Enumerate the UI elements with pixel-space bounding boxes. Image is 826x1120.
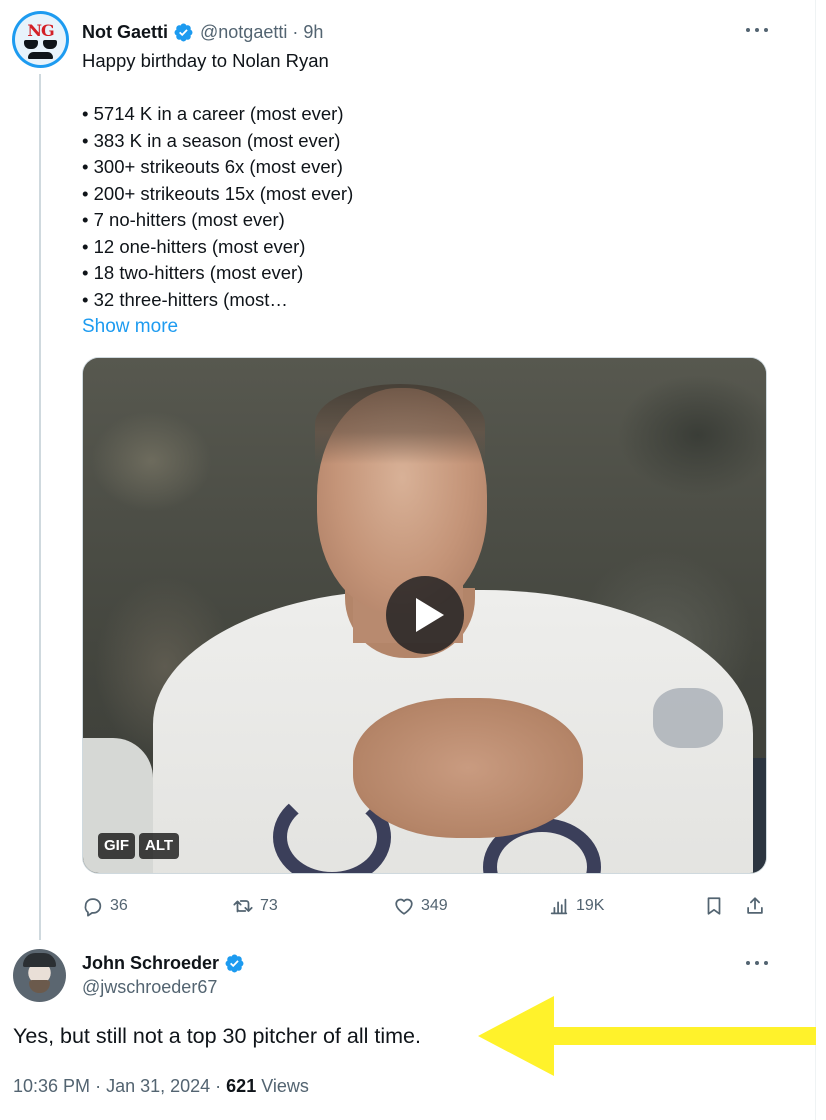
annotation-arrow [478, 996, 816, 1076]
author-name[interactable]: Not Gaetti [82, 22, 168, 43]
reply-header: John Schroeder [82, 951, 251, 975]
repost-count: 73 [260, 897, 278, 914]
media-hands [353, 698, 583, 838]
avatar-logo-text: NG [27, 21, 54, 40]
reply-time[interactable]: 10:36 PM [13, 1076, 90, 1096]
mustache-icon [28, 52, 53, 59]
media-hair [315, 384, 485, 464]
gif-badge: GIF [98, 833, 135, 859]
reply-author-handle[interactable]: @jwschroeder67 [82, 977, 217, 998]
separator-dot: · [95, 1076, 107, 1096]
verified-badge-icon [225, 954, 244, 972]
bookmark-button[interactable] [703, 892, 725, 920]
verified-badge-icon [174, 23, 193, 41]
share-icon [747, 897, 763, 914]
reply-views-label: Views [261, 1076, 309, 1096]
avatar[interactable]: NG [12, 11, 69, 68]
reply-button[interactable]: 36 [82, 892, 128, 920]
reply-views-count: 621 [226, 1076, 257, 1096]
like-button[interactable]: 349 [393, 892, 448, 920]
column-divider [815, 0, 816, 1120]
separator-dot: · [215, 1076, 227, 1096]
gif-media[interactable]: GIF ALT [82, 357, 767, 874]
tweet-text: Happy birthday to Nolan Ryan • 5714 K in… [82, 50, 354, 310]
show-more-link[interactable]: Show more [82, 314, 178, 340]
reply-date[interactable]: Jan 31, 2024 [106, 1076, 210, 1096]
reply-text: Yes, but still not a top 30 pitcher of a… [13, 1024, 421, 1048]
repost-button[interactable]: 73 [232, 892, 278, 920]
repost-icon [233, 900, 253, 913]
alt-text-badge[interactable]: ALT [139, 833, 180, 859]
media-sleeve-patch [653, 688, 723, 748]
views-count: 19K [576, 897, 605, 914]
reply-count: 36 [110, 897, 128, 914]
thread-connector-line [39, 74, 41, 940]
analytics-icon [550, 898, 568, 915]
play-icon[interactable] [386, 576, 464, 654]
sunglasses-icon [24, 40, 57, 49]
author-handle[interactable]: @notgaetti [200, 22, 287, 43]
avatar-hat [23, 953, 56, 967]
tweet-meta: 10:36 PM · Jan 31, 2024 · 621 Views [13, 1076, 309, 1097]
like-count: 349 [421, 897, 448, 914]
share-button[interactable] [744, 892, 766, 920]
separator-dot: · [287, 21, 304, 42]
tweet-time[interactable]: 9h [303, 22, 323, 43]
more-options-icon[interactable] [746, 28, 768, 34]
bookmark-icon [707, 897, 721, 915]
tweet-header: Not Gaetti @notgaetti · 9h [82, 20, 323, 44]
reply-icon [84, 898, 102, 917]
heart-icon [395, 898, 413, 915]
avatar-beard [29, 980, 50, 993]
more-options-icon[interactable] [746, 961, 768, 967]
reply-author-name[interactable]: John Schroeder [82, 953, 219, 974]
views-button[interactable]: 19K [548, 892, 604, 920]
avatar[interactable] [13, 949, 66, 1002]
